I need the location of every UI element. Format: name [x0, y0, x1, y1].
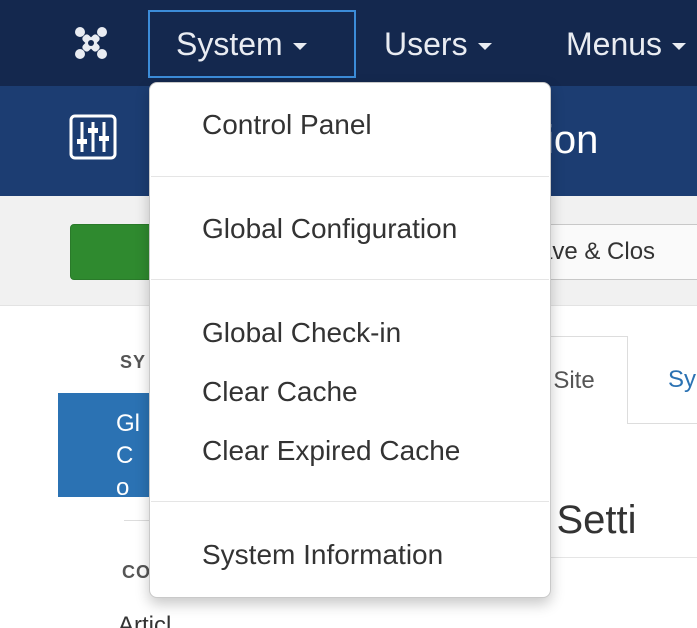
joomla-logo-icon[interactable]: [62, 18, 120, 68]
nav-system-label: System: [176, 25, 283, 62]
nav-menus-label: Menus: [566, 25, 663, 62]
menu-item-clear-expired-cache[interactable]: Clear Expired Cache: [202, 435, 460, 467]
tab-underline: [628, 423, 697, 424]
sidebar-item-articles[interactable]: Articl: [118, 612, 171, 628]
menu-item-global-check-in[interactable]: Global Check-in: [202, 317, 401, 349]
save-and-close-label: ave & Clos: [539, 238, 656, 265]
sidebar-item-label: Gl Co: [116, 410, 140, 501]
menu-divider: [151, 279, 549, 280]
nav-users-menu[interactable]: Users: [384, 10, 492, 78]
chevron-down-icon: [292, 42, 307, 50]
chevron-down-icon: [672, 42, 687, 50]
sidebar-heading-system: SY: [120, 352, 147, 372]
menu-item-clear-cache[interactable]: Clear Cache: [202, 376, 358, 408]
sidebar-heading-component: CO: [122, 562, 151, 582]
nav-users-label: Users: [384, 25, 468, 62]
nav-system-menu[interactable]: System: [148, 10, 356, 78]
chevron-down-icon: [477, 42, 492, 50]
equalizer-sliders-icon: [68, 113, 118, 161]
menu-item-system-information[interactable]: System Information: [202, 539, 443, 571]
menu-divider: [151, 501, 549, 502]
tab-site-label: Site: [553, 366, 595, 394]
menu-divider: [151, 176, 549, 177]
menu-item-control-panel[interactable]: Control Panel: [202, 109, 372, 141]
system-dropdown-menu: Control Panel Global Configuration Globa…: [149, 82, 551, 598]
tab-system[interactable]: Sy: [668, 366, 696, 394]
page-title: ion: [545, 118, 599, 162]
nav-menus-menu[interactable]: Menus: [566, 10, 687, 78]
menu-item-global-configuration[interactable]: Global Configuration: [202, 213, 457, 245]
